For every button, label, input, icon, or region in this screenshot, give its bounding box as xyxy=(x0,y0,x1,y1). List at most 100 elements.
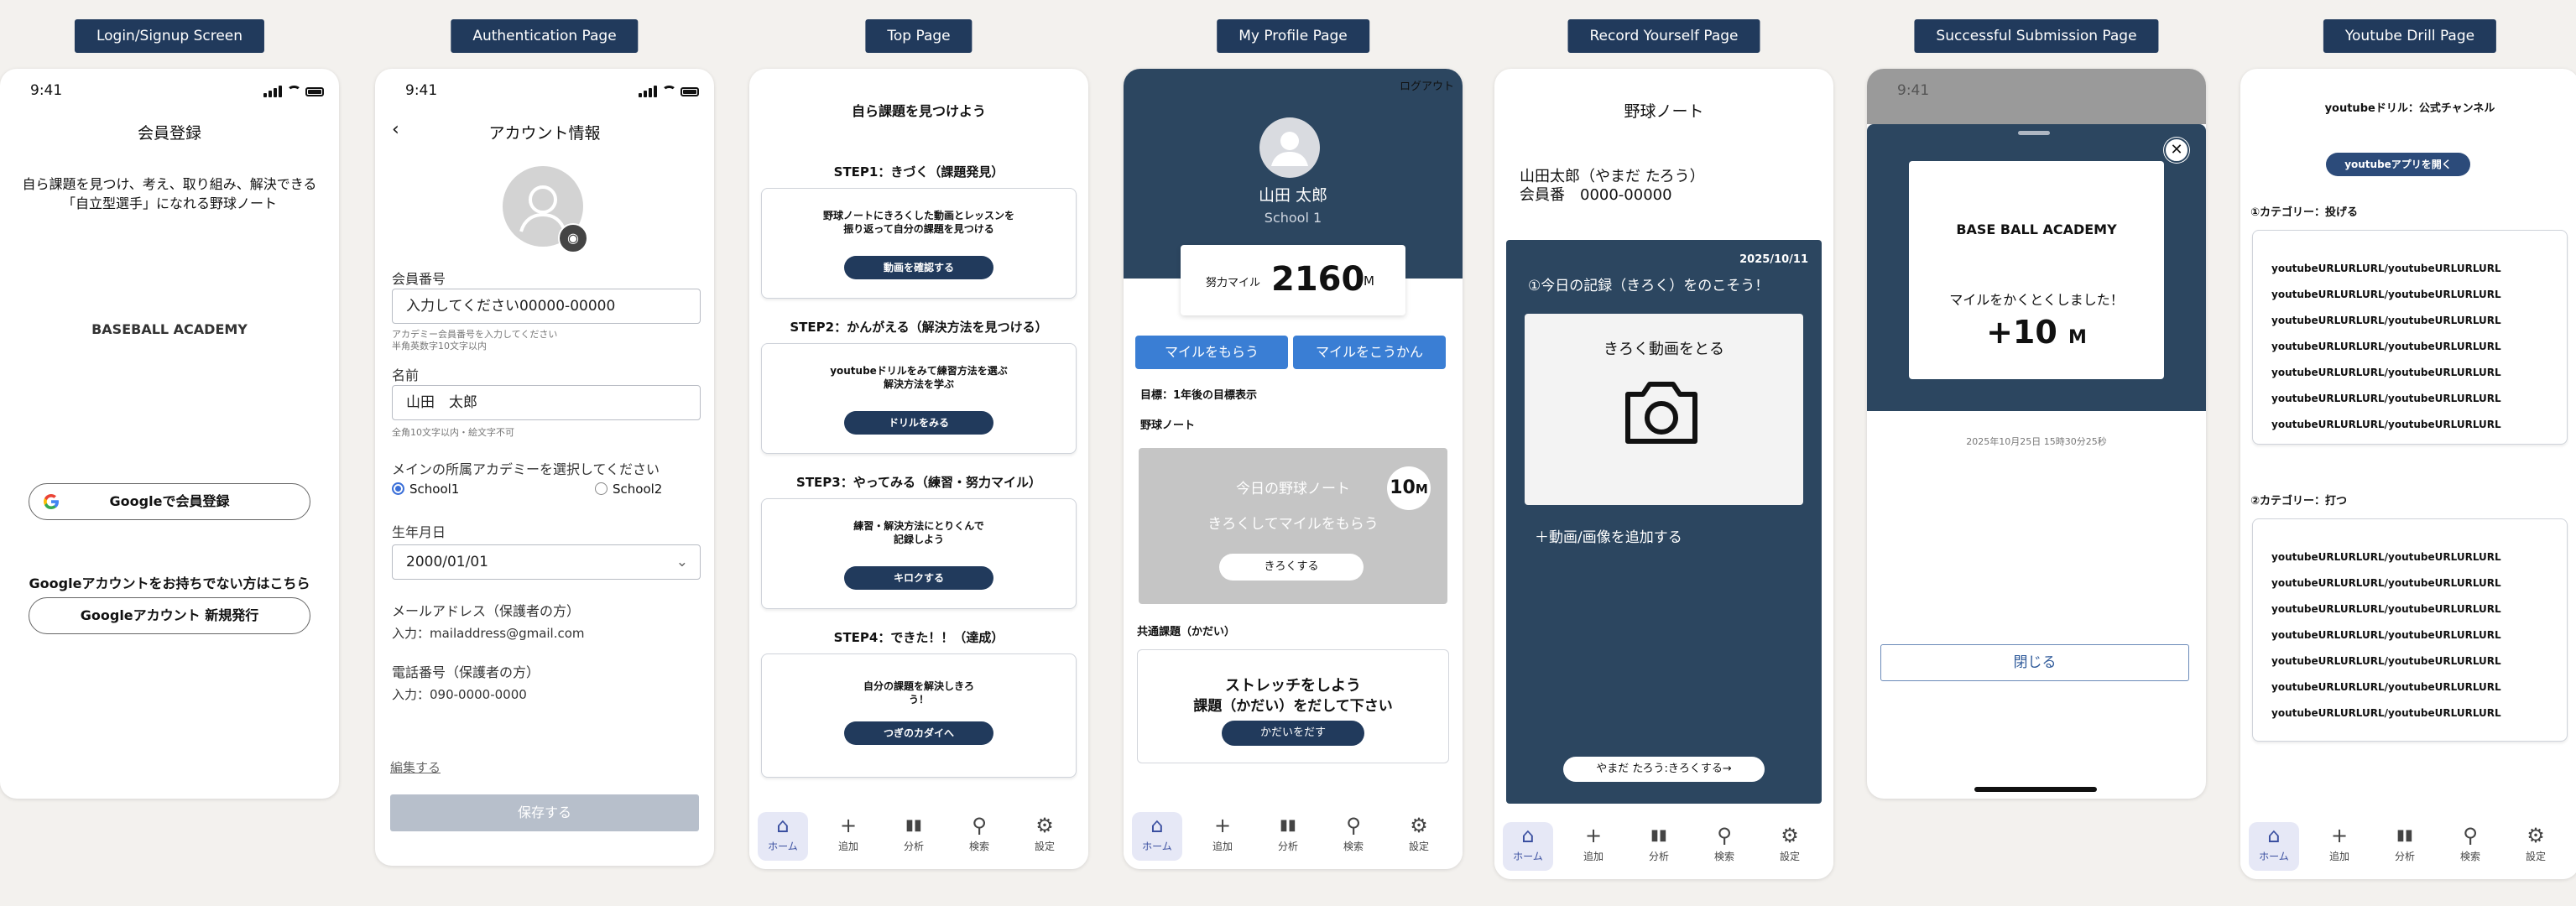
nav-analytics[interactable]: ▮▮ 分析 xyxy=(2380,822,2430,871)
open-youtube-button[interactable]: youtubeアプリを開く xyxy=(2326,153,2470,176)
member-number: 会員番 0000-00000 xyxy=(1520,186,1672,204)
bottom-nav: ⌂ ホーム + 追加 ▮▮ 分析 ⚲ 検索 ⚙ 設定 xyxy=(749,804,1088,869)
nav-home[interactable]: ⌂ ホーム xyxy=(1132,812,1182,861)
record-button[interactable]: きろくする xyxy=(1219,554,1364,581)
nav-search[interactable]: ⚲ 検索 xyxy=(1699,822,1749,871)
category-hit-heading: ②カテゴリー：打つ xyxy=(2250,495,2348,508)
step-action-button[interactable]: 動画を確認する xyxy=(844,256,993,279)
mile-unit: M xyxy=(1364,273,1374,289)
step-description: 野球ノートにきろくした動画とレッスンを 振り返って自分の課題を見つける xyxy=(822,210,1014,235)
youtube-link[interactable]: youtubeURLURLURL/youtubeURLURLURL xyxy=(2271,315,2501,326)
youtube-link[interactable]: youtubeURLURLURL/youtubeURLURLURL xyxy=(2271,655,2501,667)
youtube-link[interactable]: youtubeURLURLURL/youtubeURLURLURL xyxy=(2271,263,2501,274)
success-card: BASE BALL ACADEMY マイルをかくとくしました！ +10 M xyxy=(1909,161,2164,379)
logout-link[interactable]: ログアウト xyxy=(1400,77,1454,93)
youtube-link[interactable]: youtubeURLURLURL/youtubeURLURLURL xyxy=(2271,551,2501,563)
close-button[interactable]: 閉じる xyxy=(1880,644,2189,681)
youtube-link[interactable]: youtubeURLURLURL/youtubeURLURLURL xyxy=(2271,577,2501,589)
record-video-button[interactable]: きろく動画をとる xyxy=(1525,314,1803,505)
label-my-profile: My Profile Page xyxy=(1217,19,1369,53)
step-description: 自分の課題を解決しきろ う！ xyxy=(863,680,974,706)
nav-home[interactable]: ⌂ ホーム xyxy=(758,812,808,861)
profile-name: 山田 太郎 xyxy=(1258,186,1328,205)
step-card: youtubeドリルをみて練習方法を選ぶ 解決方法を学ぶ ドリルをみる xyxy=(761,343,1077,454)
nav-home-label: ホーム xyxy=(1142,841,1172,852)
name-input[interactable]: 山田 太郎 xyxy=(392,385,701,420)
nav-analytics[interactable]: ▮▮ 分析 xyxy=(1634,822,1684,871)
avatar[interactable]: ◉ xyxy=(503,166,588,253)
youtube-link[interactable]: youtubeURLURLURL/youtubeURLURLURL xyxy=(2271,603,2501,615)
phone-value: 入力：090-0000-0000 xyxy=(392,687,527,702)
nav-settings-label: 設定 xyxy=(1408,841,1429,852)
step-action-button[interactable]: キロクする xyxy=(844,566,993,590)
success-phone: 9:41 ✕ BASE BALL ACADEMY マイルをかくとくしました！ +… xyxy=(1867,69,2206,799)
nav-add[interactable]: + 追加 xyxy=(1568,822,1619,871)
new-google-account-button[interactable]: Googleアカウント 新規発行 xyxy=(29,597,310,634)
success-unit: M xyxy=(2068,327,2087,348)
nav-search[interactable]: ⚲ 検索 xyxy=(2445,822,2495,871)
nav-search[interactable]: ⚲ 検索 xyxy=(954,812,1004,861)
youtube-link[interactable]: youtubeURLURLURL/youtubeURLURLURL xyxy=(2271,289,2501,300)
step-action-button[interactable]: ドリルをみる xyxy=(844,411,993,435)
nav-search[interactable]: ⚲ 検索 xyxy=(1328,812,1379,861)
step-description: 練習・解決方法にとりくんで 記録しよう xyxy=(853,520,984,545)
nav-home[interactable]: ⌂ ホーム xyxy=(2249,822,2299,871)
plus-icon: + xyxy=(2330,824,2349,847)
goal-text: 目標：1年後の目標表示 xyxy=(1140,389,1258,402)
nav-settings[interactable]: ⚙ 設定 xyxy=(1394,812,1444,861)
youtube-link[interactable]: youtubeURLURLURL/youtubeURLURLURL xyxy=(2271,341,2501,352)
nav-add[interactable]: + 追加 xyxy=(1197,812,1248,861)
radio-school2[interactable]: School2 xyxy=(595,482,662,497)
exchange-miles-button[interactable]: マイルをこうかん xyxy=(1293,336,1446,369)
youtube-link[interactable]: youtubeURLURLURL/youtubeURLURLURL xyxy=(2271,367,2501,378)
record-submit-button[interactable]: やまだ たろう:きろくする→ xyxy=(1563,757,1765,782)
dob-select[interactable]: 2000/01/01 ⌄ xyxy=(392,544,701,580)
success-value: +10 xyxy=(1986,314,2057,351)
camera-icon[interactable]: ◉ xyxy=(558,223,588,253)
google-signup-button[interactable]: Googleで会員登録 xyxy=(29,483,310,520)
email-value: 入力：mailaddress@gmail.com xyxy=(392,626,585,641)
nav-search-label: 検索 xyxy=(1343,841,1364,852)
nav-analytics-label: 分析 xyxy=(1648,851,1669,862)
mile-badge: 10M xyxy=(1387,466,1431,510)
step-action-button[interactable]: つぎのカダイへ xyxy=(844,721,993,745)
today-note-card[interactable]: 今日の野球ノート きろくしてマイルをもらう 10M きろくする xyxy=(1139,448,1447,604)
profile-avatar[interactable] xyxy=(1259,117,1320,178)
youtube-link[interactable]: youtubeURLURLURL/youtubeURLURLURL xyxy=(2271,681,2501,693)
youtube-link[interactable]: youtubeURLURLURL/youtubeURLURLURL xyxy=(2271,393,2501,404)
edit-link[interactable]: 編集する xyxy=(390,758,441,776)
youtube-link[interactable]: youtubeURLURLURL/youtubeURLURLURL xyxy=(2271,707,2501,719)
nav-home-label: ホーム xyxy=(1513,851,1543,862)
youtube-link[interactable]: youtubeURLURLURL/youtubeURLURLURL xyxy=(2271,419,2501,430)
phone-label: 電話番号（保護者の方） xyxy=(392,664,540,680)
nav-add[interactable]: + 追加 xyxy=(2314,822,2365,871)
step-heading: STEP3：やってみる（練習・努力マイル） xyxy=(796,475,1041,490)
youtube-phone: youtubeドリル：公式チャンネル youtubeアプリを開く ①カテゴリー：… xyxy=(2240,69,2576,879)
status-time: 9:41 xyxy=(1897,82,1930,99)
category-hit-list: youtubeURLURLURL/youtubeURLURLURL youtube… xyxy=(2252,518,2568,742)
nav-settings[interactable]: ⚙ 設定 xyxy=(1019,812,1070,861)
member-number-input[interactable]: 入力してください00000-00000 xyxy=(392,289,701,324)
nav-home[interactable]: ⌂ ホーム xyxy=(1503,822,1553,871)
add-media-link[interactable]: ＋動画/画像を追加する xyxy=(1535,525,1682,546)
nav-analytics[interactable]: ▮▮ 分析 xyxy=(1263,812,1313,861)
bar-chart-icon: ▮▮ xyxy=(1280,816,1296,834)
radio-school1[interactable]: School1 xyxy=(392,482,459,497)
label-login-signup: Login/Signup Screen xyxy=(74,19,265,53)
nav-settings[interactable]: ⚙ 設定 xyxy=(2511,822,2561,871)
nav-settings-label: 設定 xyxy=(1034,841,1055,852)
status-time: 9:41 xyxy=(30,82,63,99)
nav-settings[interactable]: ⚙ 設定 xyxy=(1765,822,1815,871)
nav-add[interactable]: + 追加 xyxy=(823,812,873,861)
close-icon[interactable]: ✕ xyxy=(2164,138,2189,163)
status-icons xyxy=(263,85,324,98)
get-miles-button[interactable]: マイルをもらう xyxy=(1135,336,1288,369)
common-task-card: ストレッチをしよう 課題（かだい）をだして下さい かだいをだす xyxy=(1137,649,1449,763)
nav-analytics-label: 分析 xyxy=(903,841,924,852)
sheet-grabber[interactable] xyxy=(2018,131,2050,135)
save-button[interactable]: 保存する xyxy=(390,794,699,831)
submit-task-button[interactable]: かだいをだす xyxy=(1222,721,1364,746)
gear-icon: ⚙ xyxy=(1035,814,1054,837)
nav-analytics[interactable]: ▮▮ 分析 xyxy=(889,812,939,861)
youtube-link[interactable]: youtubeURLURLURL/youtubeURLURLURL xyxy=(2271,629,2501,641)
